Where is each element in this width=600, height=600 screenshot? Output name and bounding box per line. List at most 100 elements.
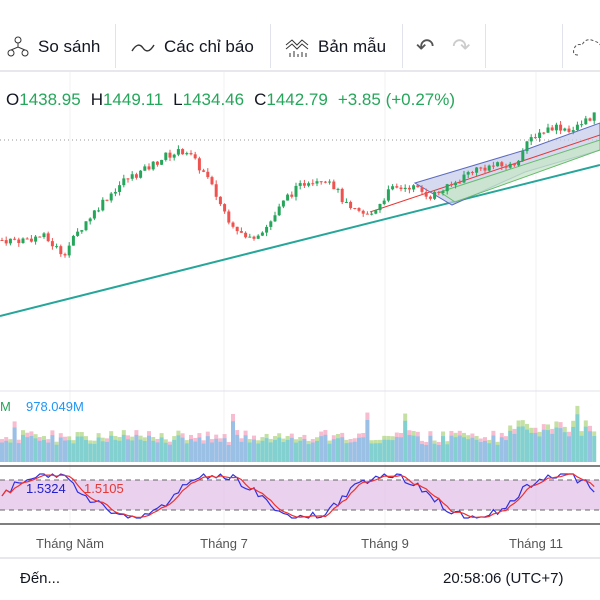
volume-bar (462, 437, 466, 462)
candle (340, 188, 344, 203)
stoch-k-value: 1.5324 (26, 481, 66, 496)
volume-bar (109, 435, 114, 462)
volume-bar (130, 440, 135, 462)
candle (210, 177, 214, 185)
volume-bar (504, 440, 508, 462)
candle (361, 210, 365, 214)
candle (269, 221, 273, 227)
candle (126, 178, 130, 180)
volume-bar (470, 437, 475, 462)
open-label: O (6, 90, 20, 109)
candle (76, 231, 80, 236)
volume-bar (197, 437, 202, 462)
volume-bar (222, 438, 227, 462)
candle (336, 188, 340, 190)
candle (265, 226, 269, 233)
candle (176, 149, 180, 155)
low-value: 1434.46 (182, 90, 245, 109)
candle (273, 215, 277, 222)
high-value: 1449.11 (102, 90, 164, 109)
stoch-d-value: 1.5105 (84, 481, 124, 496)
candle (239, 231, 243, 233)
candle (466, 172, 470, 175)
candle (0, 240, 4, 241)
volume-bar (54, 444, 59, 462)
volume-bar (495, 444, 500, 462)
goto-date-button[interactable]: Đến... (20, 570, 60, 587)
candle (218, 196, 222, 205)
volume-bar (562, 432, 567, 462)
candle (504, 166, 508, 168)
volume-bar (394, 436, 399, 462)
volume-bar (88, 443, 93, 462)
candle (412, 185, 416, 190)
candle (122, 178, 126, 186)
candle (517, 160, 521, 166)
volume-bar (592, 436, 597, 462)
candle (521, 151, 525, 161)
candle (168, 152, 172, 158)
candle (281, 200, 285, 207)
open-value: 1438.95 (19, 90, 81, 109)
candle (525, 141, 529, 152)
volume-value: M (0, 399, 11, 414)
candle (550, 127, 554, 131)
volume-bar (571, 426, 576, 462)
volume-bar (134, 434, 139, 462)
candle (185, 153, 189, 155)
candle (323, 181, 327, 183)
candle (483, 167, 487, 171)
candle (344, 201, 348, 203)
volume-bar (96, 437, 101, 462)
volume-bar (508, 430, 513, 462)
candle (118, 185, 122, 192)
volume-bar (382, 439, 387, 462)
volume-bar (126, 439, 130, 462)
volume-bar (273, 439, 277, 462)
candle (529, 137, 533, 142)
volume-bar (289, 437, 294, 462)
candle (38, 236, 42, 238)
volume-bar (268, 442, 273, 462)
time-axis-label: Tháng 11 (509, 536, 563, 551)
volume-bar (369, 443, 374, 462)
volume-bar (537, 436, 542, 462)
candle (71, 235, 75, 246)
volume-bar (147, 435, 151, 462)
candle (500, 162, 504, 167)
candle (21, 238, 25, 244)
time-axis-label: Tháng Năm (36, 536, 104, 551)
candle (151, 161, 155, 170)
volume-bar (231, 421, 235, 462)
candle (559, 124, 563, 131)
candle (80, 230, 84, 232)
candle (4, 240, 8, 244)
volume-bar (310, 442, 315, 462)
volume-bar (260, 440, 265, 462)
volume-bar (159, 437, 164, 462)
volume-bar (142, 441, 147, 462)
volume-bar (67, 440, 72, 462)
volume-bar (344, 443, 349, 462)
candle (214, 184, 218, 197)
candle (101, 199, 105, 211)
volume-bar (16, 443, 21, 462)
high-label: H (90, 90, 103, 109)
candle (202, 170, 206, 172)
volume-bar (327, 443, 332, 462)
bottom-bar: Đến... 20:58:06 (UTC+7) (0, 557, 600, 600)
candle (231, 222, 235, 227)
candle (311, 183, 315, 185)
volume-bar (121, 434, 126, 462)
volume-bar (252, 439, 256, 462)
candle (433, 192, 437, 199)
volume-bar (210, 442, 214, 462)
volume-bar (453, 437, 458, 462)
volume-bar (105, 441, 109, 462)
candle (416, 185, 420, 188)
candle (328, 181, 332, 183)
candle (365, 213, 369, 215)
volume-bars (0, 405, 597, 462)
candle (63, 254, 67, 256)
candle (34, 236, 38, 242)
